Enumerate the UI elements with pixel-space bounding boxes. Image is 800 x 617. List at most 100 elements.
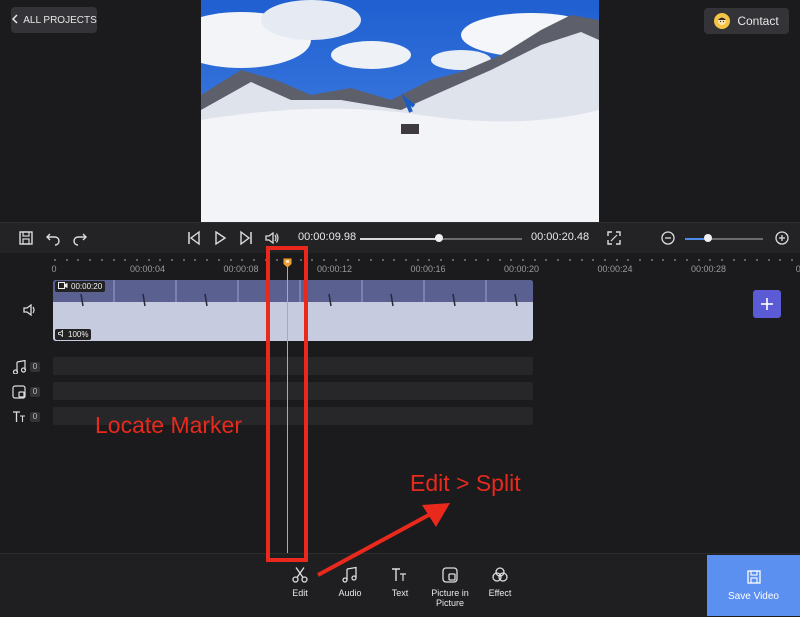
- ruler-tick-dot: [54, 259, 56, 261]
- ruler-tick-dot: [522, 259, 524, 261]
- ruler-tick-dot: [229, 259, 232, 261]
- ruler-tick-dot: [580, 259, 583, 261]
- playback-slider-knob[interactable]: [435, 234, 444, 242]
- zoom-slider-knob[interactable]: [704, 234, 713, 242]
- pip-track-count: 0: [30, 387, 40, 397]
- playback-slider-fill: [360, 238, 440, 240]
- ruler-tick-dot: [720, 259, 723, 261]
- ruler-tick-dot: [510, 259, 513, 261]
- ruler-tick-dot: [791, 259, 794, 261]
- ruler-tick-dot: [568, 259, 571, 261]
- ruler-tick-dot: [147, 259, 150, 261]
- save-video-label: Save Video: [728, 591, 779, 602]
- volume-icon[interactable]: [264, 230, 280, 246]
- ruler-tick-dot: [369, 259, 372, 261]
- ruler-tick-label: 00:00:28: [690, 264, 727, 274]
- ruler-tick-dot: [627, 259, 630, 261]
- zoom-out-icon[interactable]: [660, 230, 676, 246]
- effect-tool-button[interactable]: Effect: [470, 566, 530, 598]
- contact-label: Contact: [737, 14, 779, 28]
- contact-button[interactable]: Contact: [704, 8, 789, 34]
- effect-icon: [492, 567, 508, 582]
- ruler-tick-label: 00:: [795, 264, 800, 274]
- save-icon[interactable]: [18, 230, 34, 246]
- speaker-icon: [58, 329, 66, 339]
- ruler-tick-dot: [545, 259, 548, 261]
- ruler-tick-dot: [486, 259, 489, 261]
- ruler-tick-dot: [557, 259, 560, 261]
- fit-screen-icon[interactable]: [606, 230, 622, 246]
- ruler-tick-dot: [416, 259, 419, 261]
- text-tool-label: Text: [391, 588, 409, 598]
- pip-tool-label: Picture in Picture: [431, 588, 469, 608]
- all-projects-label: ALL PROJECTS: [23, 14, 97, 26]
- timeline-ruler[interactable]: 0 00:00:04 00:00:08 00:00:12 00:00:16 00:00:2…: [0, 253, 800, 277]
- clip-duration-badge: 00:00:20: [55, 281, 106, 292]
- ruler-tick-dot: [592, 259, 595, 261]
- audio-track-count: 0: [30, 362, 40, 372]
- ruler-tick-dot: [381, 259, 384, 261]
- ruler-tick-dot: [194, 259, 197, 261]
- add-media-button[interactable]: [753, 290, 781, 318]
- ruler-tick-dot: [498, 259, 501, 261]
- annotation-locate-marker: Locate Marker: [95, 412, 243, 438]
- ruler-tick-dot: [744, 259, 747, 261]
- ruler-tick-label: 00:00:20: [503, 264, 540, 274]
- ruler-tick-label: 00:00:12: [316, 264, 353, 274]
- ruler-tick-dot: [662, 259, 665, 261]
- ruler-tick-dot: [428, 259, 431, 261]
- ruler-tick-dot: [475, 259, 478, 261]
- ruler-tick-dot: [89, 259, 92, 261]
- ruler-tick-dot: [709, 259, 712, 261]
- annotation-edit-split: Edit > Split: [410, 470, 521, 496]
- ruler-tick-dot: [135, 259, 138, 261]
- ruler-tick-dot: [451, 259, 454, 261]
- all-projects-button[interactable]: ALL PROJECTS: [11, 7, 97, 33]
- clip-volume-icon[interactable]: [22, 302, 38, 318]
- ruler-tick-dot: [603, 259, 606, 261]
- ruler-tick-dot: [77, 259, 80, 261]
- ruler-tick-dot: [767, 259, 770, 261]
- ruler-tick-dot: [124, 259, 127, 261]
- undo-icon[interactable]: [45, 230, 61, 246]
- ruler-tick-dot: [685, 259, 688, 261]
- current-time: 00:00:09.98: [298, 231, 357, 243]
- save-icon: [746, 570, 761, 584]
- ruler-tick-dot: [732, 259, 735, 261]
- ruler-tick-dot: [756, 259, 758, 261]
- text-track-count: 0: [30, 412, 40, 422]
- ruler-tick-dot: [182, 259, 185, 261]
- ruler-tick-dot: [100, 259, 103, 261]
- ruler-tick-dot: [252, 259, 255, 261]
- ruler-tick-label: 00:00:16: [410, 264, 446, 274]
- picture-in-picture-icon: [12, 385, 28, 399]
- save-video-button[interactable]: Save Video: [707, 555, 800, 616]
- scissors-icon: [292, 567, 308, 583]
- audio-tool-label: Audio: [338, 588, 362, 598]
- skip-start-icon[interactable]: [186, 230, 202, 246]
- ruler-tick-dot: [323, 259, 326, 261]
- ruler-tick-dot: [206, 259, 209, 261]
- ruler-tick-dot: [463, 259, 466, 261]
- ruler-tick-dot: [533, 259, 536, 261]
- ruler-tick-dot: [346, 259, 349, 261]
- ruler-tick-dot: [159, 259, 162, 261]
- ruler-tick-dot: [440, 259, 443, 261]
- ruler-tick-dot: [615, 259, 618, 261]
- play-icon[interactable]: [212, 230, 228, 246]
- video-preview[interactable]: [201, 0, 599, 222]
- zoom-in-icon[interactable]: [774, 230, 790, 246]
- ruler-tick-dot: [65, 259, 68, 261]
- ruler-tick-dot: [241, 259, 244, 261]
- redo-icon[interactable]: [72, 230, 88, 246]
- annotation-marker-box: [266, 246, 308, 562]
- ruler-tick-dot: [334, 259, 337, 261]
- annotation-arrow: [317, 503, 450, 577]
- ruler-tick-dot: [779, 259, 782, 261]
- ruler-tick-dot: [405, 259, 407, 261]
- ruler-tick-dot: [639, 259, 641, 261]
- ruler-tick-dot: [358, 259, 361, 261]
- total-time: 00:00:20.48: [531, 231, 590, 243]
- chevron-left-icon: [11, 13, 19, 27]
- skip-end-icon[interactable]: [238, 230, 254, 246]
